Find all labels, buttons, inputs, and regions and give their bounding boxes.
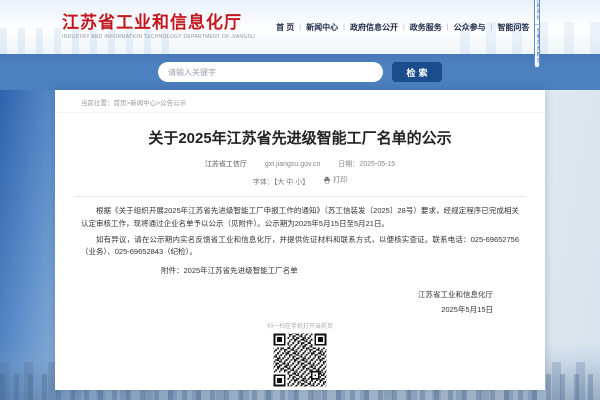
font-size-control[interactable]: 字体：【大 中 小】	[253, 177, 309, 187]
qr-caption: 扫一扫在手机打开当前页	[266, 324, 333, 330]
nav-item-services[interactable]: 政务服务	[405, 22, 447, 33]
qr-wrap	[55, 332, 545, 390]
article-date: 日期：2025-05-15	[338, 161, 396, 168]
site-logo-subtitle: INDUSTRY AND INFORMATION TECHNOLOGY DEPA…	[62, 33, 256, 40]
article-source: 江苏省工信厅	[204, 161, 247, 168]
search-button[interactable]: 检索	[392, 62, 442, 82]
print-control[interactable]: 打印	[323, 175, 347, 185]
site-logo-title: 江苏省工业和信息化厅	[62, 12, 242, 32]
site-logo[interactable]: 江苏省工业和信息化厅 INDUSTRY AND INFORMATION TECH…	[62, 12, 256, 40]
nav-item-news[interactable]: 新闻中心	[301, 22, 343, 33]
article-meta: 江苏省工信厅 gxt.jiangsu.gov.cn 日期：2025-05-15	[55, 159, 545, 169]
main-nav: 首 页 | 新闻中心 | 政府信息公开 | 政务服务 | 公众参与 | 智能问答	[271, 22, 534, 33]
breadcrumb[interactable]: 当前位置：首页>新闻中心>公告公示	[55, 90, 545, 113]
attachment-link[interactable]: 附件：2025年江苏省先进级智能工厂名单	[161, 265, 519, 276]
qr-code	[272, 332, 328, 388]
article-paragraph: 如有异议，请在公示期内实名反馈省工业和信息化厅，并提供佐证材料和联系方式，以便核…	[81, 234, 519, 257]
elder-mode-button[interactable]: 长者浏览模式	[535, 25, 539, 67]
search-input[interactable]	[158, 62, 383, 82]
accessibility-box: 无障碍阅读 长者浏览模式	[534, 0, 540, 68]
printer-icon	[324, 176, 330, 184]
article-website: gxt.jiangsu.gov.cn	[264, 161, 321, 168]
article-tools: 字体：【大 中 小】 打印	[55, 175, 545, 187]
accessibility-reading-button[interactable]: 无障碍阅读	[535, 0, 539, 25]
signature-department: 江苏省工业和信息化厅	[418, 290, 493, 299]
page-background: 当前位置：首页>新闻中心>公告公示 关于2025年江苏省先进级智能工厂名单的公示…	[0, 90, 600, 400]
article-body: 根据《关于组织开展2025年江苏省先进级智能工厂申报工作的通知》（苏工信装发〔2…	[55, 197, 545, 259]
nav-item-participation[interactable]: 公众参与	[449, 22, 491, 33]
article-panel: 当前位置：首页>新闻中心>公告公示 关于2025年江苏省先进级智能工厂名单的公示…	[55, 90, 545, 390]
top-header: 江苏省工业和信息化厅 INDUSTRY AND INFORMATION TECH…	[0, 0, 600, 68]
signature-block: 江苏省工业和信息化厅 2025年5月15日	[55, 287, 545, 317]
page-title: 关于2025年江苏省先进级智能工厂名单的公示	[148, 130, 452, 147]
search-band: 检索	[0, 54, 600, 90]
nav-item-info-disclosure[interactable]: 政府信息公开	[345, 22, 403, 33]
signature-date: 2025年5月15日	[441, 305, 493, 314]
nav-item-smart-qa[interactable]: 智能问答	[492, 22, 534, 33]
article-paragraph: 根据《关于组织开展2025年江苏省先进级智能工厂申报工作的通知》（苏工信装发〔2…	[81, 206, 519, 228]
print-label: 打印	[333, 177, 348, 184]
nav-item-home[interactable]: 首 页	[271, 22, 299, 33]
